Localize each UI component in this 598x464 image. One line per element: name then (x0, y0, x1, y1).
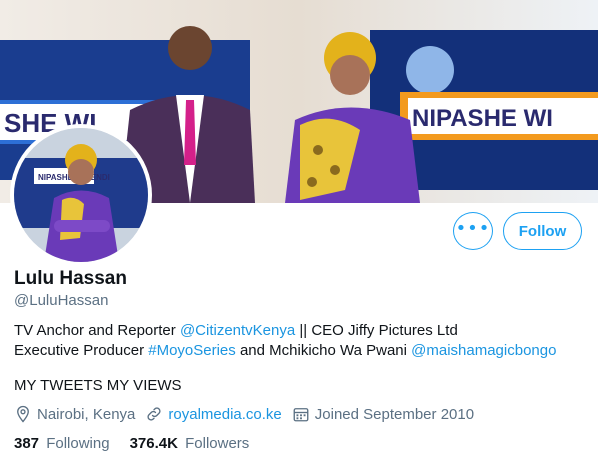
followers-label: Followers (185, 435, 250, 452)
avatar[interactable]: NIPASHE WIKENDI (10, 124, 152, 266)
location-text: Nairobi, Kenya (37, 405, 136, 423)
profile-stats: 387 Following 376.4K Followers (14, 435, 269, 452)
bio-line-2: Executive Producer #MoyoSeries and Mchik… (14, 341, 584, 361)
followers-link[interactable]: 376.4K Followers (130, 435, 250, 452)
avatar-image: NIPASHE WIKENDI (14, 128, 148, 262)
bio-tagline: MY TWEETS MY VIEWS (14, 377, 182, 394)
hashtag-link-moyoseries[interactable]: #MoyoSeries (148, 342, 236, 359)
joined-item: Joined September 2010 (292, 405, 474, 423)
following-count: 387 (14, 435, 40, 452)
bio-text: and Mchikicho Wa Pwani (235, 342, 412, 359)
location-pin-icon (17, 405, 29, 423)
joined-text: Joined September 2010 (314, 405, 475, 423)
bio-text: TV Anchor and Reporter (14, 322, 180, 339)
followers-count: 376.4K (129, 435, 178, 452)
mention-link-citizentv[interactable]: @CitizentvKenya (180, 322, 295, 339)
more-options-button[interactable]: ••• (453, 212, 493, 250)
website-link[interactable]: royalmedia.co.ke (168, 406, 281, 423)
location-item: Nairobi, Kenya (14, 405, 135, 423)
display-name: Lulu Hassan (14, 268, 127, 289)
link-icon (147, 407, 161, 421)
avatar-photo: NIPASHE WIKENDI (14, 128, 148, 262)
more-icon: ••• (455, 218, 491, 239)
website-item: royalmedia.co.ke (145, 405, 282, 423)
follow-button[interactable]: Follow (503, 212, 582, 250)
mention-link-maishamagicbongo[interactable]: @maishamagicbongo (411, 342, 556, 359)
calendar-icon (293, 408, 309, 422)
bio: TV Anchor and Reporter @CitizentvKenya |… (14, 321, 584, 361)
banner-text-right: NIPASHE WI (412, 105, 553, 132)
bio-text: Executive Producer (14, 342, 149, 359)
following-label: Following (46, 435, 110, 452)
profile-meta: Nairobi, Kenya royalmedia.co.ke Joined S… (14, 405, 484, 423)
bio-line-1: TV Anchor and Reporter @CitizentvKenya |… (14, 321, 584, 341)
following-link[interactable]: 387 Following (14, 435, 110, 452)
bio-text: || CEO Jiffy Pictures Ltd (295, 322, 458, 339)
user-handle: @LuluHassan (14, 292, 109, 309)
